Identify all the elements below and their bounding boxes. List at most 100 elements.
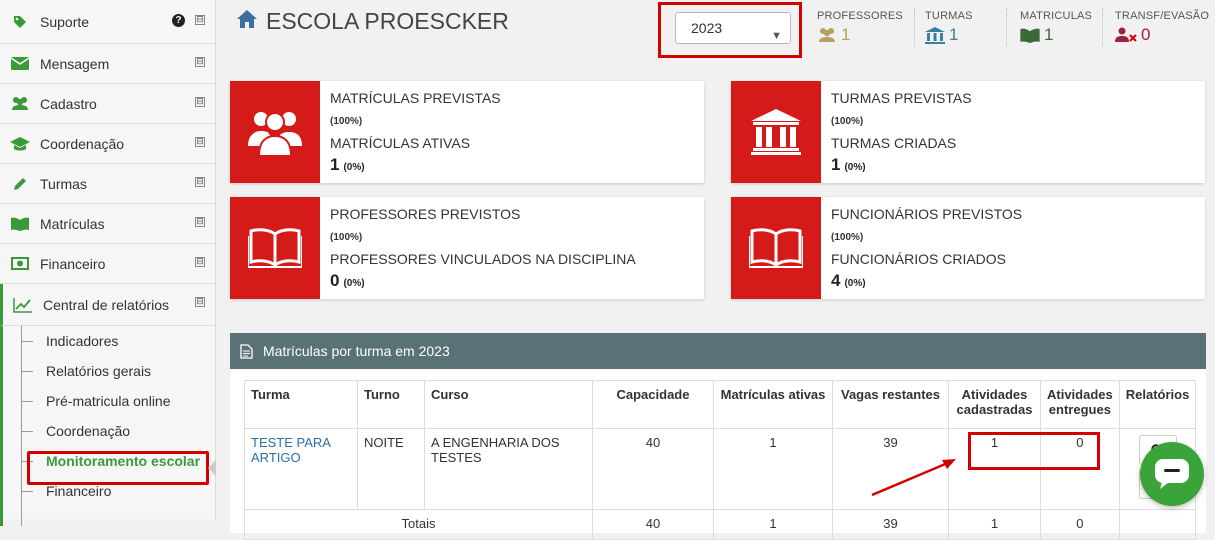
sidebar-item-label: Turmas bbox=[40, 175, 87, 192]
card-count-value: 0 bbox=[330, 271, 340, 290]
sidebar-item-financeiro[interactable]: Financeiro ⊟ bbox=[0, 244, 215, 284]
column-header-capacidade: Capacidade bbox=[592, 380, 714, 429]
stat-label: PROFESSORES bbox=[817, 10, 903, 22]
cell-total-capacidade: 40 bbox=[592, 509, 714, 540]
sidebar-item-label: Mensagem bbox=[40, 55, 110, 72]
expand-icon[interactable]: ⊟ bbox=[195, 57, 205, 67]
card-title: FUNCIONÁRIOS PREVISTOS bbox=[831, 206, 1023, 222]
stat-matriculas: MATRICULAS 1 bbox=[1020, 10, 1092, 45]
column-header-atividades-cadastradas: Atividades cadastradas bbox=[948, 380, 1041, 429]
tag-icon bbox=[10, 14, 30, 30]
cell-capacidade: 40 bbox=[592, 428, 714, 510]
graduation-cap-icon bbox=[10, 136, 30, 152]
sidebar-item-label: Financeiro bbox=[40, 255, 106, 272]
chevron-down-icon: ▼ bbox=[771, 30, 782, 42]
expand-icon[interactable]: ⊟ bbox=[195, 257, 205, 267]
card-subtitle: FUNCIONÁRIOS CRIADOS bbox=[831, 251, 1007, 267]
sidebar-item-mensagem[interactable]: Mensagem ⊟ bbox=[0, 44, 215, 84]
stat-number: 1 bbox=[1044, 25, 1054, 44]
card-matriculas: MATRÍCULAS PREVISTAS (100%) MATRÍCULAS A… bbox=[230, 81, 704, 183]
school-name: ESCOLA PROESCKER bbox=[266, 8, 509, 34]
stat-value: 1 bbox=[817, 25, 903, 45]
active-pointer bbox=[208, 460, 216, 476]
card-professores: PROFESSORES PREVISTOS (100%) PROFESSORES… bbox=[230, 197, 704, 299]
sidebar-item-matriculas[interactable]: Matrículas ⊟ bbox=[0, 204, 215, 244]
stat-value: 1 bbox=[925, 25, 973, 45]
cell-total-relatorios bbox=[1118, 509, 1197, 540]
stat-number: 0 bbox=[1141, 25, 1151, 44]
card-percent: (100%) bbox=[330, 232, 363, 243]
sidebar-item-suporte[interactable]: Suporte ? ⊟ bbox=[0, 0, 215, 44]
sidebar-item-turmas[interactable]: Turmas ⊟ bbox=[0, 164, 215, 204]
pencil-icon bbox=[10, 176, 30, 192]
line-chart-icon bbox=[13, 297, 33, 313]
institution-icon bbox=[731, 81, 821, 183]
submenu-item-pre-matricula[interactable]: Pré-matricula online bbox=[3, 386, 216, 416]
sidebar-submenu: Indicadores Relatórios gerais Pré-matric… bbox=[0, 326, 216, 526]
card-count-percent: (0%) bbox=[343, 278, 365, 289]
card-percent: (100%) bbox=[831, 232, 864, 243]
card-count-value: 1 bbox=[831, 155, 841, 174]
sidebar-item-central-relatorios[interactable]: Central de relatórios ⊟ bbox=[0, 284, 215, 326]
card-title: PROFESSORES PREVISTOS bbox=[330, 206, 521, 222]
submenu-item-coordenacao[interactable]: Coordenação bbox=[3, 416, 216, 446]
envelope-icon bbox=[10, 56, 30, 72]
submenu-item-indicadores[interactable]: Indicadores bbox=[3, 326, 216, 356]
home-icon[interactable] bbox=[236, 8, 258, 35]
sidebar-item-cadastro[interactable]: Cadastro ⊟ bbox=[0, 84, 215, 124]
card-count-percent: (0%) bbox=[343, 162, 365, 173]
table-header-row: Turma Turno Curso Capacidade Matrículas … bbox=[244, 380, 1197, 429]
cell-turma-link[interactable]: TESTE PARA ARTIGO bbox=[244, 428, 358, 510]
column-header-relatorios: Relatórios bbox=[1118, 380, 1197, 429]
sidebar-item-label: Matrículas bbox=[40, 215, 105, 232]
cell-total-cadastradas: 1 bbox=[948, 509, 1041, 540]
column-header-turno: Turno bbox=[357, 380, 425, 429]
expand-icon[interactable]: ⊟ bbox=[195, 97, 205, 107]
card-count-value: 1 bbox=[330, 155, 340, 174]
column-header-matriculas-ativas: Matrículas ativas bbox=[713, 380, 833, 429]
card-subtitle: TURMAS CRIADAS bbox=[831, 135, 957, 151]
submenu-item-relatorios-gerais[interactable]: Relatórios gerais bbox=[3, 356, 216, 386]
stat-turmas: TURMAS 1 bbox=[925, 10, 973, 45]
page-title: ESCOLA PROESCKER bbox=[236, 8, 509, 35]
header: ESCOLA PROESCKER 2023 ▼ PROFESSORES 1 TU… bbox=[216, 0, 1215, 68]
stat-number: 1 bbox=[949, 25, 959, 44]
chat-icon bbox=[1155, 459, 1189, 489]
stat-transf-evasao: TRANSF/EVASÃO 0 bbox=[1115, 10, 1209, 45]
card-count-percent: (0%) bbox=[844, 278, 866, 289]
money-icon bbox=[10, 256, 30, 272]
collapse-icon[interactable]: ⊟ bbox=[195, 297, 205, 307]
book-icon bbox=[10, 216, 30, 232]
sidebar-item-label: Coordenação bbox=[40, 135, 125, 152]
divider bbox=[1006, 8, 1007, 46]
book-icon bbox=[1020, 28, 1040, 43]
chat-button[interactable] bbox=[1140, 442, 1204, 506]
card-subtitle: MATRÍCULAS ATIVAS bbox=[330, 135, 471, 151]
document-icon bbox=[240, 343, 253, 359]
card-count-percent: (0%) bbox=[844, 162, 866, 173]
divider bbox=[914, 8, 915, 46]
cell-curso: A ENGENHARIA DOS TESTES bbox=[424, 428, 593, 510]
card-funcionarios: FUNCIONÁRIOS PREVISTOS (100%) FUNCIONÁRI… bbox=[731, 197, 1205, 299]
stat-label: TURMAS bbox=[925, 10, 973, 22]
card-count: 0 (0%) bbox=[330, 271, 365, 291]
sidebar-item-label: Cadastro bbox=[40, 95, 97, 112]
card-count-value: 4 bbox=[831, 271, 841, 290]
sidebar-item-coordenacao[interactable]: Coordenação ⊟ bbox=[0, 124, 215, 164]
year-select[interactable]: 2023 ▼ bbox=[675, 12, 791, 44]
cell-turno: NOITE bbox=[357, 428, 425, 510]
help-icon[interactable]: ? bbox=[172, 14, 185, 27]
card-turmas: TURMAS PREVISTAS (100%) TURMAS CRIADAS 1… bbox=[731, 81, 1205, 183]
expand-icon[interactable]: ⊟ bbox=[195, 15, 205, 25]
panel-title: Matrículas por turma em 2023 bbox=[263, 343, 450, 359]
expand-icon[interactable]: ⊟ bbox=[195, 137, 205, 147]
cell-matriculas-ativas: 1 bbox=[713, 428, 833, 510]
card-count: 4 (0%) bbox=[831, 271, 866, 291]
stat-value: 1 bbox=[1020, 25, 1092, 45]
stat-value: 0 bbox=[1115, 25, 1209, 45]
sidebar-item-label: Suporte bbox=[40, 13, 90, 30]
divider bbox=[1102, 8, 1103, 46]
expand-icon[interactable]: ⊟ bbox=[195, 177, 205, 187]
card-subtitle: PROFESSORES VINCULADOS NA DISCIPLINA bbox=[330, 251, 636, 267]
expand-icon[interactable]: ⊟ bbox=[195, 217, 205, 227]
